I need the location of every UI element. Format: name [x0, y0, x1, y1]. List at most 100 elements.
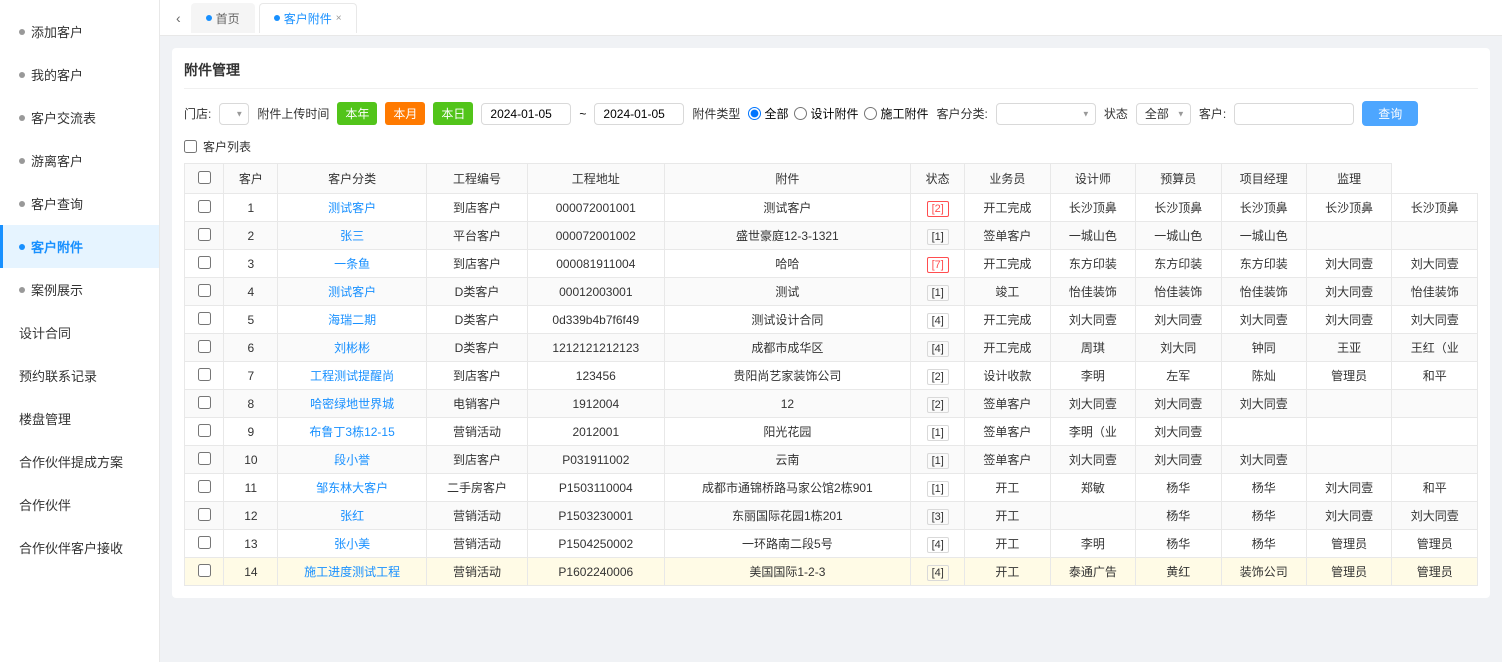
attach-count-badge[interactable]: [4]	[927, 565, 949, 581]
attach-count-badge[interactable]: [2]	[927, 397, 949, 413]
status-select[interactable]: 全部	[1136, 103, 1191, 125]
cell-2[interactable]: 段小誉	[278, 446, 427, 474]
row-checkbox[interactable]	[198, 200, 211, 213]
sidebar-item-add-customer[interactable]: 添加客户	[0, 10, 159, 53]
row-checkbox[interactable]	[198, 480, 211, 493]
cell-6[interactable]: [1]	[911, 446, 965, 474]
date-from-input[interactable]	[481, 103, 571, 125]
cell-0[interactable]	[185, 306, 224, 334]
tab-close-button[interactable]: ×	[336, 13, 342, 24]
cell-6[interactable]: [2]	[911, 194, 965, 222]
attach-count-badge[interactable]: [1]	[927, 453, 949, 469]
cell-2[interactable]: 张三	[278, 222, 427, 250]
row-checkbox[interactable]	[198, 424, 211, 437]
row-checkbox[interactable]	[198, 452, 211, 465]
row-checkbox[interactable]	[198, 536, 211, 549]
cell-0[interactable]	[185, 250, 224, 278]
customer-link[interactable]: 邹东林大客户	[316, 481, 388, 495]
cell-6[interactable]: [2]	[911, 362, 965, 390]
cell-0[interactable]	[185, 222, 224, 250]
cell-2[interactable]: 张红	[278, 502, 427, 530]
cell-0[interactable]	[185, 446, 224, 474]
cell-0[interactable]	[185, 334, 224, 362]
attach-count-badge[interactable]: [1]	[927, 425, 949, 441]
attach-count-badge[interactable]: [1]	[927, 229, 949, 245]
attach-count-badge[interactable]: [3]	[927, 509, 949, 525]
customer-link[interactable]: 工程测试提醒尚	[310, 369, 394, 383]
cell-2[interactable]: 哈密绿地世界城	[278, 390, 427, 418]
cell-2[interactable]: 一条鱼	[278, 250, 427, 278]
attach-count-badge[interactable]: [4]	[927, 537, 949, 553]
cell-0[interactable]	[185, 418, 224, 446]
cell-6[interactable]: [2]	[911, 390, 965, 418]
header-checkbox[interactable]	[198, 171, 211, 184]
customer-link[interactable]: 布鲁丁3栋12-15	[309, 425, 394, 439]
tab-customer-attachment[interactable]: 客户附件×	[259, 3, 357, 33]
sidebar-item-customer-query[interactable]: 客户查询	[0, 182, 159, 225]
cell-0[interactable]	[185, 558, 224, 586]
row-checkbox[interactable]	[198, 508, 211, 521]
row-checkbox[interactable]	[198, 256, 211, 269]
sidebar-item-case-show[interactable]: 案例展示	[0, 268, 159, 311]
cell-0[interactable]	[185, 278, 224, 306]
customer-link[interactable]: 施工进度测试工程	[304, 565, 400, 579]
cell-6[interactable]: [4]	[911, 306, 965, 334]
query-button[interactable]: 查询	[1362, 101, 1418, 126]
attach-count-badge[interactable]: [2]	[927, 369, 949, 385]
sidebar-item-partner[interactable]: 合作伙伴	[0, 483, 159, 526]
cell-6[interactable]: [4]	[911, 530, 965, 558]
row-checkbox[interactable]	[198, 312, 211, 325]
cell-2[interactable]: 施工进度测试工程	[278, 558, 427, 586]
attach-count-badge[interactable]: [4]	[927, 313, 949, 329]
sidebar-item-partner-proposal[interactable]: 合作伙伴提成方案	[0, 440, 159, 483]
cell-6[interactable]: [1]	[911, 418, 965, 446]
attach-count-badge[interactable]: [2]	[927, 201, 949, 217]
cell-2[interactable]: 刘彬彬	[278, 334, 427, 362]
customer-link[interactable]: 张三	[340, 229, 364, 243]
cell-0[interactable]	[185, 530, 224, 558]
sidebar-item-my-customers[interactable]: 我的客户	[0, 53, 159, 96]
cell-0[interactable]	[185, 390, 224, 418]
attach-count-badge[interactable]: [4]	[927, 341, 949, 357]
sidebar-item-property-management[interactable]: 楼盘管理	[0, 397, 159, 440]
cell-2[interactable]: 测试客户	[278, 194, 427, 222]
cell-2[interactable]: 测试客户	[278, 278, 427, 306]
cell-0[interactable]	[185, 362, 224, 390]
attach-count-badge[interactable]: [1]	[927, 285, 949, 301]
cell-6[interactable]: [7]	[911, 250, 965, 278]
row-checkbox[interactable]	[198, 368, 211, 381]
cell-0[interactable]	[185, 194, 224, 222]
btn-month[interactable]: 本月	[385, 102, 425, 125]
sidebar-item-appointment[interactable]: 预约联系记录	[0, 354, 159, 397]
row-checkbox[interactable]	[198, 340, 211, 353]
sidebar-item-design-contract[interactable]: 设计合同	[0, 311, 159, 354]
customer-link[interactable]: 张小美	[334, 537, 370, 551]
back-button[interactable]: ‹	[170, 10, 187, 26]
btn-year[interactable]: 本年	[337, 102, 377, 125]
row-checkbox[interactable]	[198, 228, 211, 241]
sidebar-item-customer-attachment[interactable]: 客户附件	[0, 225, 159, 268]
cell-6[interactable]: [3]	[911, 502, 965, 530]
sidebar-item-customer-exchange[interactable]: 客户交流表	[0, 96, 159, 139]
customer-link[interactable]: 测试客户	[328, 201, 376, 215]
row-checkbox[interactable]	[198, 564, 211, 577]
sidebar-item-partner-receive[interactable]: 合作伙伴客户接收	[0, 526, 159, 569]
date-to-input[interactable]	[594, 103, 684, 125]
cell-2[interactable]: 邹东林大客户	[278, 474, 427, 502]
radio-all[interactable]: 全部	[748, 105, 788, 122]
btn-day[interactable]: 本日	[433, 102, 473, 125]
tab-home[interactable]: 首页	[191, 3, 255, 33]
sidebar-item-wandering-customer[interactable]: 游离客户	[0, 139, 159, 182]
customer-link[interactable]: 张红	[340, 509, 364, 523]
cell-2[interactable]: 张小美	[278, 530, 427, 558]
customer-link[interactable]: 刘彬彬	[334, 341, 370, 355]
cell-2[interactable]: 布鲁丁3栋12-15	[278, 418, 427, 446]
row-checkbox[interactable]	[198, 396, 211, 409]
cell-0[interactable]	[185, 502, 224, 530]
customer-link[interactable]: 哈密绿地世界城	[310, 397, 394, 411]
row-checkbox[interactable]	[198, 284, 211, 297]
customer-link[interactable]: 海瑞二期	[328, 313, 376, 327]
cell-2[interactable]: 工程测试提醒尚	[278, 362, 427, 390]
customer-link[interactable]: 段小誉	[334, 453, 370, 467]
attach-count-badge[interactable]: [1]	[927, 481, 949, 497]
